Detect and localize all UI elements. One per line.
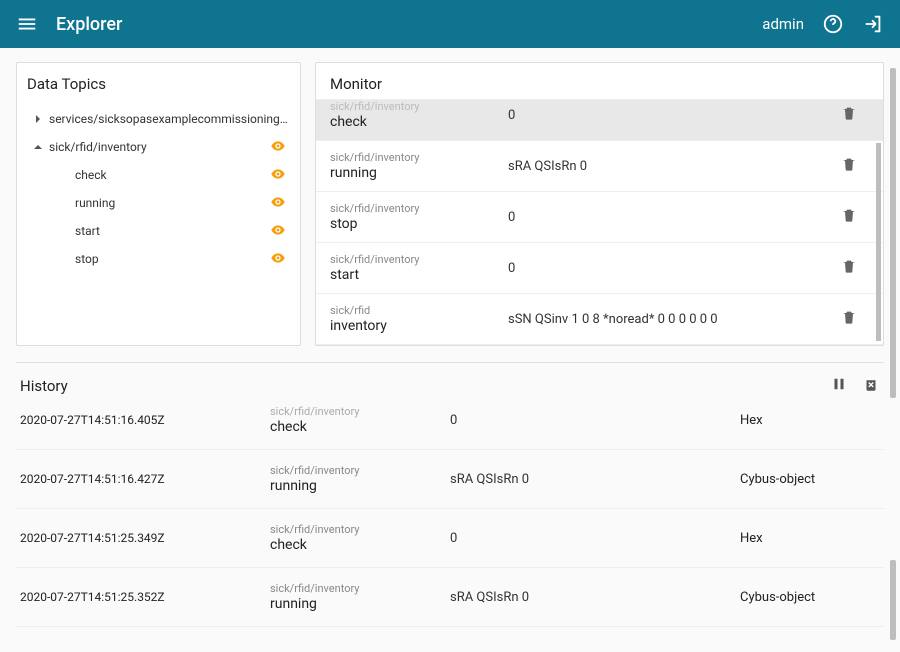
history-topic: sick/rfid/inventory — [270, 582, 450, 595]
history-row[interactable]: 2020-07-27T14:51:25.352Zsick/rfid/invent… — [16, 568, 884, 627]
eye-icon[interactable] — [270, 166, 288, 184]
app-header: Explorer admin — [0, 0, 900, 48]
history-format: Cybus-object — [740, 472, 880, 487]
app-title: Explorer — [56, 14, 762, 35]
monitor-row[interactable]: sick/rfid/inventorycheck 0 — [316, 100, 883, 141]
monitor-row[interactable]: sick/rfid/inventoryrunning sRA QSIsRn 0 — [316, 141, 883, 192]
history-name: check — [270, 537, 450, 553]
user-label: admin — [762, 15, 804, 33]
history-name: running — [270, 596, 450, 612]
tree-indent — [55, 166, 73, 184]
history-list: 2020-07-27T14:51:16.405Zsick/rfid/invent… — [16, 405, 884, 627]
history-format: Hex — [740, 531, 880, 546]
logout-icon[interactable] — [862, 13, 884, 35]
monitor-value: 0 — [508, 210, 821, 225]
history-value: 0 — [450, 413, 740, 428]
tree-leaf[interactable]: stop — [27, 245, 290, 273]
tree-label: sick/rfid/inventory — [49, 140, 270, 154]
pause-icon[interactable] — [830, 375, 848, 397]
tree-label: running — [75, 196, 270, 210]
trash-icon[interactable] — [829, 156, 869, 176]
tree-label: stop — [75, 252, 270, 266]
history-timestamp: 2020-07-27T14:51:25.352Z — [20, 590, 270, 604]
monitor-value: 0 — [508, 108, 821, 123]
tree-indent — [55, 194, 73, 212]
history-topic: sick/rfid/inventory — [270, 405, 450, 418]
monitor-row[interactable]: sick/rfidinventory sSN QSinv 1 0 8 *norea… — [316, 294, 883, 345]
monitor-value: 0 — [508, 261, 821, 276]
eye-icon[interactable] — [270, 222, 288, 240]
monitor-name: inventory — [330, 318, 500, 334]
tree-leaf[interactable]: start — [27, 217, 290, 245]
history-value: 0 — [450, 531, 740, 546]
history-title: History — [20, 377, 830, 395]
menu-icon[interactable] — [16, 13, 38, 35]
eye-icon[interactable] — [270, 250, 288, 268]
tree-indent — [55, 250, 73, 268]
chevron-up-icon[interactable] — [29, 138, 47, 156]
monitor-name: stop — [330, 216, 500, 232]
monitor-value: sRA QSIsRn 0 — [508, 159, 821, 174]
trash-icon[interactable] — [829, 207, 869, 227]
monitor-list: sick/rfid/inventorycheck0sick/rfid/inven… — [316, 99, 883, 345]
monitor-topic: sick/rfid/inventory — [330, 253, 500, 266]
history-format: Hex — [740, 413, 880, 428]
clear-icon[interactable] — [862, 375, 880, 397]
page-scrollbar-lower[interactable] — [890, 560, 896, 640]
history-format: Cybus-object — [740, 590, 880, 605]
tree-label: start — [75, 224, 270, 238]
monitor-topic: sick/rfid/inventory — [330, 100, 500, 113]
tree-branch[interactable]: services/sicksopasexamplecommissioningfi… — [27, 105, 290, 133]
history-panel: History 2020-07-27T14:51:16.405Zsick/rfi… — [16, 362, 884, 627]
monitor-panel: Monitor sick/rfid/inventorycheck0sick/rf… — [315, 62, 884, 346]
monitor-scrollbar[interactable] — [876, 143, 881, 341]
eye-icon[interactable] — [270, 194, 288, 212]
history-timestamp: 2020-07-27T14:51:25.349Z — [20, 531, 270, 545]
monitor-row[interactable]: sick/rfid/inventorystop 0 — [316, 192, 883, 243]
trash-icon[interactable] — [829, 105, 869, 125]
tree-label: services/sicksopasexamplecommissioningfi… — [49, 112, 288, 126]
page-scrollbar[interactable] — [890, 68, 896, 398]
history-timestamp: 2020-07-27T14:51:16.405Z — [20, 413, 270, 427]
history-row[interactable]: 2020-07-27T14:51:16.405Zsick/rfid/invent… — [16, 405, 884, 450]
monitor-name: running — [330, 165, 500, 181]
monitor-row[interactable]: sick/rfid/inventorystart 0 — [316, 243, 883, 294]
chevron-right-icon[interactable] — [29, 110, 47, 128]
data-topics-title: Data Topics — [27, 75, 290, 93]
tree-leaf[interactable]: check — [27, 161, 290, 189]
history-row[interactable]: 2020-07-27T14:51:16.427Zsick/rfid/invent… — [16, 450, 884, 509]
history-name: running — [270, 478, 450, 494]
monitor-name: start — [330, 267, 500, 283]
tree-label: check — [75, 168, 270, 182]
data-topics-panel: Data Topics services/sicksopasexamplecom… — [16, 62, 301, 346]
monitor-title: Monitor — [316, 63, 883, 99]
tree-indent — [55, 222, 73, 240]
eye-icon[interactable] — [270, 138, 288, 156]
monitor-name: check — [330, 114, 500, 130]
monitor-value: sSN QSinv 1 0 8 *noread* 0 0 0 0 0 0 — [508, 312, 821, 327]
monitor-topic: sick/rfid/inventory — [330, 202, 500, 215]
tree-branch[interactable]: sick/rfid/inventory — [27, 133, 290, 161]
monitor-topic: sick/rfid — [330, 304, 500, 317]
history-value: sRA QSIsRn 0 — [450, 472, 740, 487]
history-name: check — [270, 419, 450, 435]
history-value: sRA QSIsRn 0 — [450, 590, 740, 605]
history-topic: sick/rfid/inventory — [270, 523, 450, 536]
history-topic: sick/rfid/inventory — [270, 464, 450, 477]
monitor-topic: sick/rfid/inventory — [330, 151, 500, 164]
tree-leaf[interactable]: running — [27, 189, 290, 217]
trash-icon[interactable] — [829, 309, 869, 329]
history-row[interactable]: 2020-07-27T14:51:25.349Zsick/rfid/invent… — [16, 509, 884, 568]
data-topics-tree: services/sicksopasexamplecommissioningfi… — [27, 105, 290, 273]
help-icon[interactable] — [822, 13, 844, 35]
history-timestamp: 2020-07-27T14:51:16.427Z — [20, 472, 270, 486]
trash-icon[interactable] — [829, 258, 869, 278]
